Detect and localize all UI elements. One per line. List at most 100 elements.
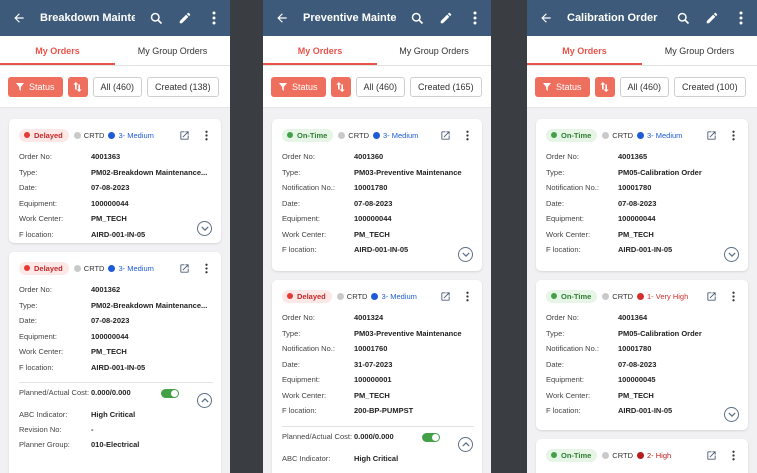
field-value: PM_TECH: [91, 347, 127, 357]
filter-chip-created[interactable]: Created (165): [410, 76, 482, 97]
priority-label: 3- Medium: [118, 130, 154, 140]
tab-my-group-orders[interactable]: My Group Orders: [115, 36, 230, 65]
field-row: Equipment: 100000001: [282, 372, 474, 388]
expand-chevron-icon[interactable]: [724, 247, 739, 262]
order-list: Delayed CRTD 3- Medium Order No: 4001363 T…: [0, 110, 230, 473]
order-card[interactable]: On-Time CRTD 1- Very High Order No: 400136…: [536, 280, 748, 430]
field-value: 0.000/0.000: [91, 388, 131, 397]
status-filter-button[interactable]: Status: [535, 76, 590, 97]
search-icon[interactable]: [675, 10, 691, 26]
open-external-icon[interactable]: [177, 128, 191, 142]
status-filter-button[interactable]: Status: [8, 76, 63, 97]
status-badge: On-Time: [546, 289, 598, 303]
tab-my-group-orders[interactable]: My Group Orders: [377, 36, 491, 65]
open-external-icon[interactable]: [438, 289, 452, 303]
open-external-icon[interactable]: [704, 448, 718, 462]
field-value: 31-07-2023: [354, 359, 393, 369]
field-label: Equipment:: [546, 375, 584, 385]
field-row: Work Center: PM_TECH: [282, 388, 474, 404]
sort-button[interactable]: [594, 76, 615, 97]
filter-chip-all[interactable]: All (460): [355, 76, 406, 97]
status-dot: [24, 132, 30, 138]
field-value: AIRD-001-IN-05: [354, 245, 409, 255]
field-row: Date: 07-08-2023: [282, 196, 474, 212]
open-external-icon[interactable]: [438, 128, 452, 142]
field-label: Date:: [19, 183, 37, 193]
collapse-chevron-icon[interactable]: [458, 437, 473, 452]
sort-button[interactable]: [67, 76, 88, 97]
field-label: Equipment:: [19, 331, 57, 341]
field-row: Notification No.: 10001780: [546, 180, 740, 196]
search-icon[interactable]: [148, 10, 164, 26]
app-bar: Breakdown Mainten...: [0, 0, 230, 36]
back-arrow-icon[interactable]: [539, 10, 555, 26]
crtd-dot: [602, 451, 610, 459]
field-row: Equipment: 100000044: [546, 211, 740, 227]
status-filter-button[interactable]: Status: [271, 76, 326, 97]
field-label: Work Center:: [546, 390, 591, 400]
card-more-icon[interactable]: [726, 128, 740, 142]
tab-my-group-orders[interactable]: My Group Orders: [642, 36, 757, 65]
card-more-icon[interactable]: [726, 289, 740, 303]
field-value: PM_TECH: [618, 229, 654, 239]
open-external-icon[interactable]: [177, 261, 191, 275]
order-card[interactable]: On-Time CRTD 2- High: [536, 439, 748, 473]
field-label: Equipment:: [282, 375, 320, 385]
status-badge: Delayed: [19, 261, 69, 275]
order-card[interactable]: On-Time CRTD 3- Medium Order No: 4001365 T…: [536, 119, 748, 271]
search-icon[interactable]: [409, 10, 425, 26]
screens-container: Breakdown Mainten... My Orders My Group …: [0, 0, 757, 473]
field-row: Equipment: 100000045: [546, 372, 740, 388]
filter-chip-all[interactable]: All (460): [619, 76, 670, 97]
card-more-icon[interactable]: [726, 448, 740, 462]
back-arrow-icon[interactable]: [275, 10, 291, 26]
card-more-icon[interactable]: [199, 261, 213, 275]
collapse-chevron-icon[interactable]: [197, 393, 212, 408]
field-value: 4001364: [618, 313, 648, 323]
order-list: On-Time CRTD 3- Medium Order No: 4001365 T…: [527, 110, 757, 473]
expand-chevron-icon[interactable]: [458, 247, 473, 262]
more-vert-icon[interactable]: [206, 10, 222, 26]
field-label: ABC Indicator:: [19, 410, 68, 419]
tab-my-orders[interactable]: My Orders: [263, 36, 377, 65]
field-row: Date: 31-07-2023: [282, 357, 474, 373]
edit-pencil-icon[interactable]: [177, 10, 193, 26]
edit-pencil-icon[interactable]: [438, 10, 454, 26]
order-card[interactable]: Delayed CRTD 3- Medium Order No: 4001363 T…: [9, 119, 221, 243]
toggle-switch[interactable]: [422, 432, 440, 442]
more-vert-icon[interactable]: [467, 10, 483, 26]
order-card[interactable]: Delayed CRTD 3- Medium Order No: 4001324 T…: [272, 280, 482, 473]
more-vert-icon[interactable]: [733, 10, 749, 26]
edit-pencil-icon[interactable]: [704, 10, 720, 26]
field-row: Planned/Actual Cost: 0.000/0.000: [19, 388, 213, 410]
card-more-icon[interactable]: [460, 128, 474, 142]
toggle-switch[interactable]: [161, 389, 179, 398]
order-card[interactable]: Delayed CRTD 3- Medium Order No: 4001362 T…: [9, 252, 221, 473]
open-external-icon[interactable]: [704, 289, 718, 303]
crtd-label: CRTD: [83, 130, 105, 140]
open-external-icon[interactable]: [704, 128, 718, 142]
field-row: Date: 07-08-2023: [19, 180, 213, 196]
filter-chip-created[interactable]: Created (138): [147, 76, 219, 97]
field-row: F location: AIRD-001-IN-05: [19, 360, 213, 376]
sort-button[interactable]: [330, 76, 351, 97]
field-value: 10001780: [618, 344, 652, 354]
sort-arrows-icon: [336, 81, 345, 92]
back-arrow-icon[interactable]: [12, 10, 28, 26]
app-bar: Preventive Mainten...: [263, 0, 491, 36]
priority-label: 3- Medium: [383, 130, 419, 140]
field-value: 4001363: [91, 152, 121, 162]
tab-my-orders[interactable]: My Orders: [0, 36, 115, 65]
field-label: Notification No.:: [282, 344, 335, 354]
order-tabs: My Orders My Group Orders: [0, 36, 230, 66]
status-badge: Delayed: [282, 289, 332, 303]
tab-my-orders[interactable]: My Orders: [527, 36, 642, 65]
expand-chevron-icon[interactable]: [724, 407, 739, 422]
order-card[interactable]: On-Time CRTD 3- Medium Order No: 4001360 T…: [272, 119, 482, 271]
filter-chip-all[interactable]: All (460): [92, 76, 143, 97]
card-more-icon[interactable]: [199, 128, 213, 142]
expand-chevron-icon[interactable]: [197, 221, 212, 236]
status-filter-label: Status: [29, 81, 55, 92]
card-more-icon[interactable]: [460, 289, 474, 303]
filter-chip-created[interactable]: Created (100): [674, 76, 746, 97]
